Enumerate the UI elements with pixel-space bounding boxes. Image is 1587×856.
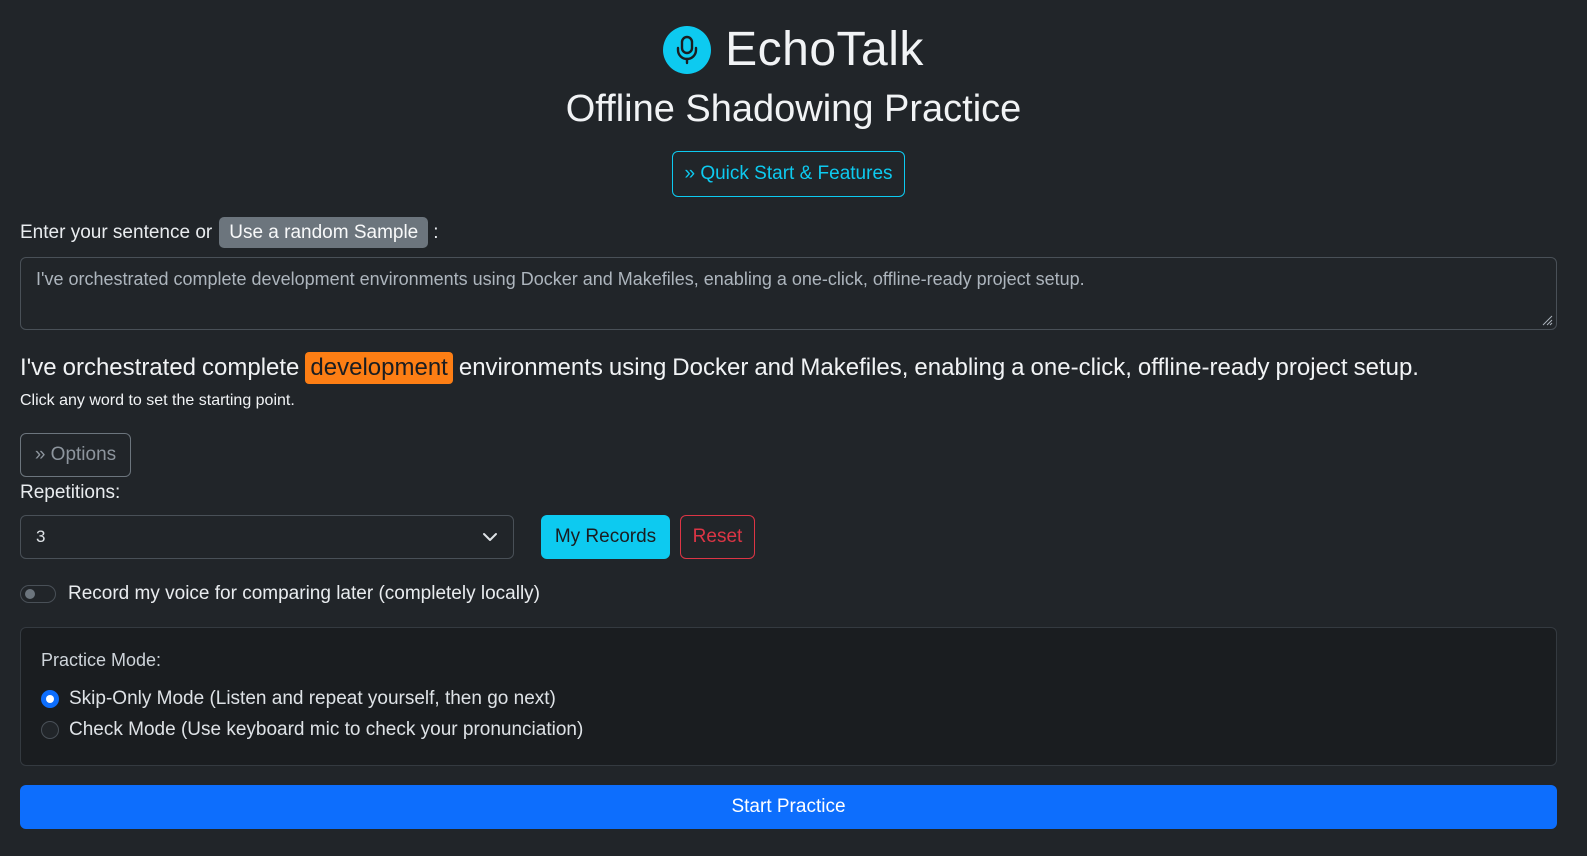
sentence-word[interactable]: project bbox=[1276, 352, 1348, 384]
sentence-words: I've orchestrated complete development envir… bbox=[20, 352, 1425, 384]
repetitions-value: 3 bbox=[36, 527, 46, 546]
sentence-word-active[interactable]: development bbox=[305, 352, 453, 384]
options-toggle-button[interactable]: » Options bbox=[20, 433, 131, 477]
practice-mode-card: Practice Mode: Skip-Only Mode (Listen an… bbox=[20, 627, 1557, 766]
app-root: EchoTalk Offline Shadowing Practice » Qu… bbox=[0, 0, 1587, 856]
mode-option-label: Skip-Only Mode (Listen and repeat yourse… bbox=[69, 687, 556, 709]
sentence-word[interactable]: a bbox=[1011, 352, 1024, 384]
record-voice-label: Record my voice for comparing later (com… bbox=[68, 583, 540, 604]
start-practice-button[interactable]: Start Practice bbox=[20, 785, 1557, 829]
sentence-word[interactable]: setup. bbox=[1354, 352, 1419, 384]
radio-unchecked[interactable] bbox=[41, 720, 59, 739]
chevron-down-icon bbox=[483, 533, 497, 541]
prompt-label: Enter your sentence or bbox=[20, 221, 213, 243]
reset-button[interactable]: Reset bbox=[680, 515, 755, 559]
radio-checked[interactable] bbox=[41, 689, 59, 708]
sentence-word[interactable]: complete bbox=[202, 352, 299, 384]
sentence-textarea[interactable]: I've orchestrated complete development e… bbox=[20, 257, 1557, 330]
word-hint: Click any word to set the starting point… bbox=[20, 392, 295, 409]
sentence-word[interactable]: Makefiles, bbox=[800, 352, 908, 384]
sentence-word[interactable]: I've bbox=[20, 352, 57, 384]
mode-option-label: Check Mode (Use keyboard mic to check yo… bbox=[69, 718, 584, 740]
toggle-knob bbox=[25, 589, 35, 599]
mode-option-check[interactable]: Check Mode (Use keyboard mic to check yo… bbox=[41, 714, 1536, 745]
sentence-textarea-value: I've orchestrated complete development e… bbox=[36, 269, 1085, 289]
record-voice-row: Record my voice for comparing later (com… bbox=[20, 583, 540, 605]
sentence-word[interactable]: orchestrated bbox=[63, 352, 196, 384]
practice-mode-label: Practice Mode: bbox=[41, 650, 162, 670]
brand-header: EchoTalk bbox=[0, 22, 1587, 77]
microphone-icon bbox=[663, 25, 712, 74]
sentence-prompt: Enter your sentence or Use a random Samp… bbox=[20, 217, 439, 248]
app-title: EchoTalk bbox=[725, 23, 924, 76]
sentence-word[interactable]: Docker bbox=[672, 352, 748, 384]
sentence-word[interactable]: enabling bbox=[914, 352, 1005, 384]
quick-start-button[interactable]: » Quick Start & Features bbox=[672, 151, 905, 197]
page-subtitle: Offline Shadowing Practice bbox=[565, 88, 1022, 130]
my-records-button[interactable]: My Records bbox=[541, 515, 670, 559]
sentence-word[interactable]: using bbox=[609, 352, 666, 384]
record-voice-toggle[interactable] bbox=[20, 585, 56, 603]
sentence-word[interactable]: and bbox=[754, 352, 794, 384]
sentence-word[interactable]: one-click, bbox=[1031, 352, 1132, 384]
random-sample-button[interactable]: Use a random Sample bbox=[219, 217, 429, 248]
resize-grip-icon[interactable] bbox=[1541, 314, 1553, 326]
mode-option-skip-only[interactable]: Skip-Only Mode (Listen and repeat yourse… bbox=[41, 683, 1536, 714]
repetitions-label: Repetitions: bbox=[20, 482, 121, 503]
repetitions-select[interactable]: 3 bbox=[20, 515, 514, 559]
sentence-word[interactable]: offline-ready bbox=[1138, 352, 1270, 384]
sentence-word[interactable]: environments bbox=[459, 352, 603, 384]
prompt-colon: : bbox=[433, 221, 439, 243]
